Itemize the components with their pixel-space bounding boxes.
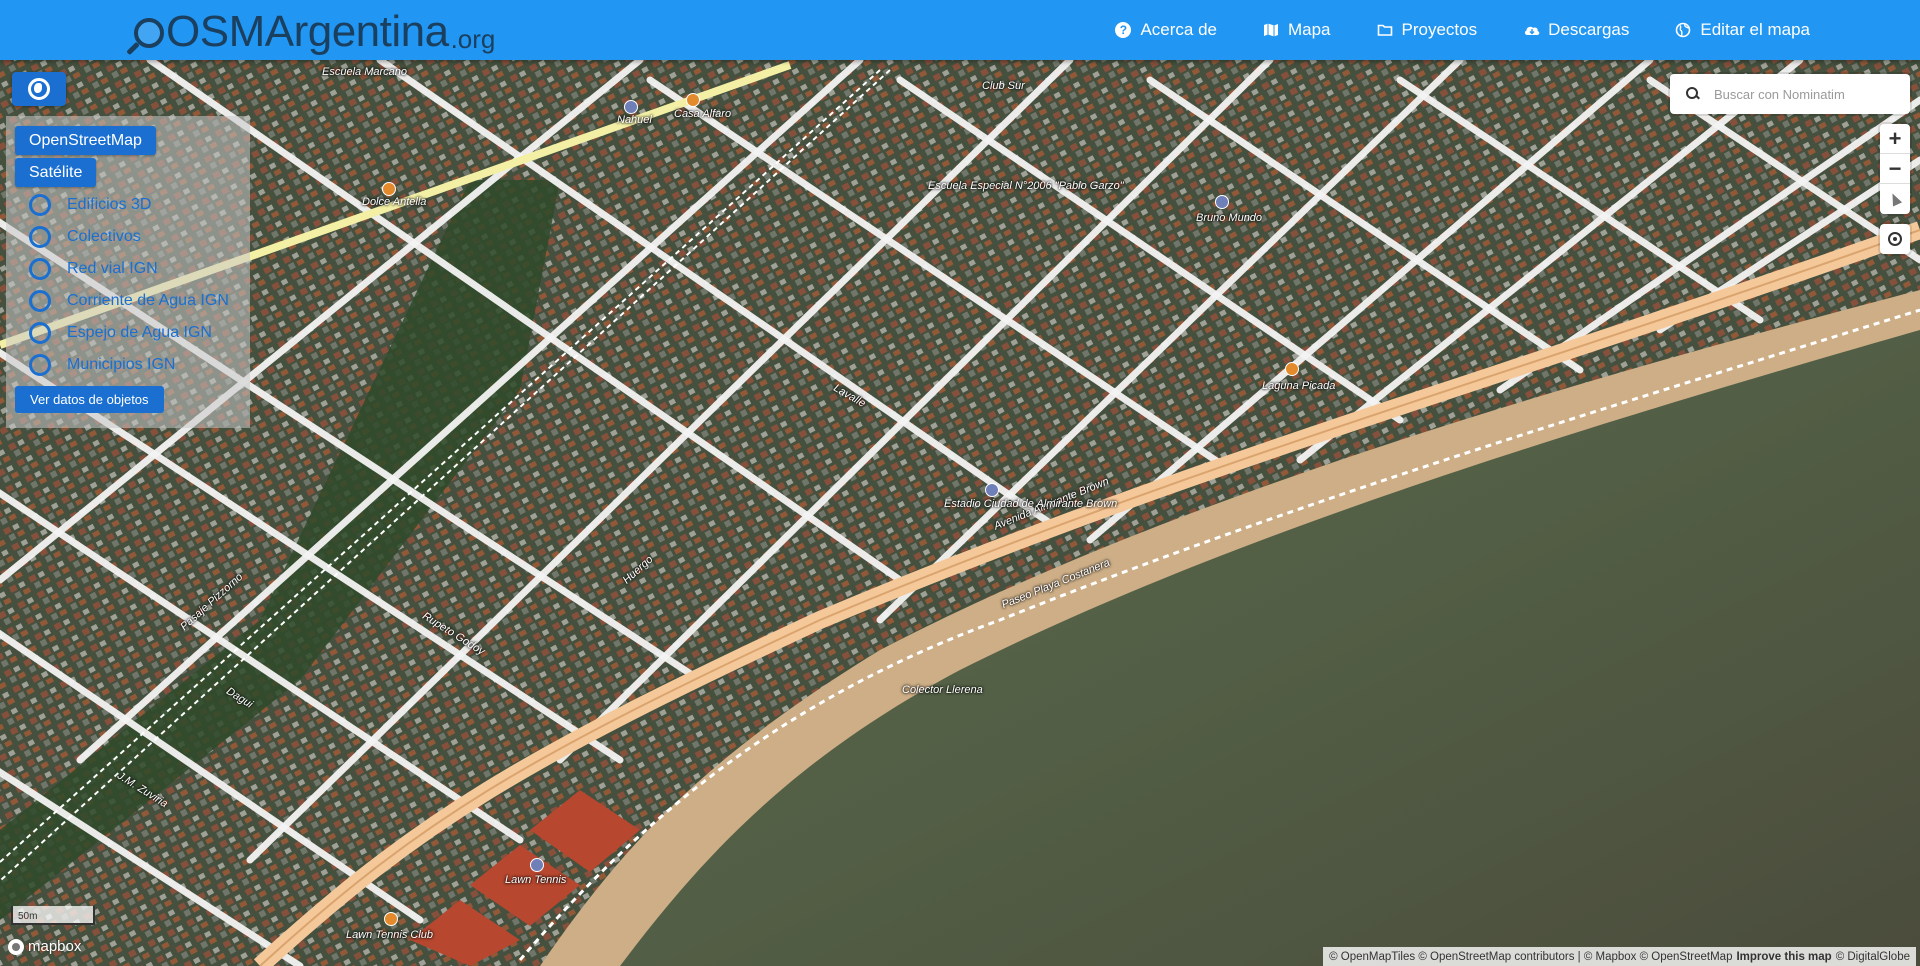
overlay-radio[interactable] — [29, 258, 51, 280]
map-label: Colector Llerena — [902, 684, 983, 696]
top-navbar: OSMArgentina .org ? Acerca de Mapa Proye… — [0, 0, 1920, 60]
mapbox-icon — [8, 938, 24, 955]
nav-label: Acerca de — [1140, 20, 1217, 39]
map-label: Estadio Ciudad de Almirante Brown — [944, 498, 1118, 510]
library-poi-icon — [624, 100, 638, 114]
map-scale: 50m — [11, 906, 95, 925]
restaurant-poi-icon — [686, 93, 700, 107]
overlay-radio[interactable] — [29, 290, 51, 312]
magnifier-logo-icon — [126, 14, 166, 56]
nav-label: Editar el mapa — [1700, 20, 1810, 39]
restaurant-poi-icon — [1285, 362, 1299, 376]
crosshair-icon — [1888, 232, 1902, 246]
overlay-colectivos[interactable]: Colectivos — [29, 225, 141, 249]
help-circle-icon: ? — [1115, 22, 1132, 38]
map-label: Bruno Mundo — [1196, 212, 1263, 224]
map-icon — [1263, 22, 1279, 38]
overlay-label: Municipios IGN — [67, 356, 176, 373]
overlay-label: Edificios 3D — [67, 196, 152, 213]
overlay-edificios-3d[interactable]: Edificios 3D — [29, 193, 151, 217]
layers-toggle-button[interactable] — [12, 72, 66, 106]
base-layer-satelite-button[interactable]: Satélite — [15, 158, 97, 187]
map-attribution: © OpenMapTiles © OpenStreetMap contribut… — [1323, 947, 1916, 966]
map-label: Casa Alfaro — [674, 108, 732, 120]
cloud-download-icon — [1523, 22, 1540, 38]
zoom-out-button[interactable]: − — [1880, 154, 1910, 184]
attribution-digitalglobe: © DigitalGlobe — [1835, 950, 1910, 963]
logo-text: OSMArgentina — [166, 7, 449, 56]
main-nav: ? Acerca de Mapa Proyectos Descargas Edi… — [1069, 0, 1810, 60]
compass-icon — [1887, 191, 1903, 207]
search-icon — [1686, 87, 1700, 101]
map-label: Dolce Antella — [362, 196, 427, 208]
tennis-poi-icon — [530, 858, 544, 872]
attribution-text: © OpenMapTiles © OpenStreetMap contribut… — [1329, 950, 1733, 963]
nav-editar-el-mapa[interactable]: Editar el mapa — [1675, 20, 1810, 40]
base-layer-openstreetmap-button[interactable]: OpenStreetMap — [15, 126, 156, 155]
restaurant-poi-icon — [384, 912, 398, 926]
map-label: Escuela Especial N°2006 "Pablo Garzo" — [928, 180, 1124, 192]
site-logo[interactable]: OSMArgentina .org — [126, 6, 496, 56]
overlay-radio[interactable] — [29, 354, 51, 376]
overlay-radio[interactable] — [29, 226, 51, 248]
nav-proyectos[interactable]: Proyectos — [1377, 20, 1478, 40]
nav-mapa[interactable]: Mapa — [1263, 20, 1331, 40]
map-label: Lawn Tennis — [505, 874, 567, 886]
search-input[interactable] — [1714, 86, 1904, 102]
overlay-red-vial-ign[interactable]: Red vial IGN — [29, 257, 158, 281]
geolocate-button[interactable] — [1880, 224, 1910, 254]
logo-suffix: .org — [450, 24, 496, 54]
globe-icon — [28, 78, 50, 100]
layer-panel: OpenStreetMap Satélite Edificios 3D Cole… — [6, 116, 250, 428]
nav-label: Descargas — [1548, 20, 1630, 39]
zoom-in-button[interactable]: + — [1880, 124, 1910, 154]
compass-button[interactable] — [1880, 184, 1910, 214]
overlay-corriente-de-agua-ign[interactable]: Corriente de Agua IGN — [29, 289, 229, 313]
overlay-municipios-ign[interactable]: Municipios IGN — [29, 353, 175, 377]
overlay-radio[interactable] — [29, 194, 51, 216]
map-canvas[interactable] — [0, 60, 1920, 966]
map-label: Nahuel — [617, 114, 652, 126]
overlay-label: Colectivos — [67, 228, 141, 245]
nominatim-search[interactable] — [1670, 74, 1910, 114]
overlay-label: Corriente de Agua IGN — [67, 292, 229, 309]
mapbox-logo[interactable]: mapbox — [8, 938, 81, 955]
improve-map-link[interactable]: Improve this map — [1736, 951, 1831, 963]
overlay-label: Red vial IGN — [67, 260, 158, 277]
nav-label: Mapa — [1287, 20, 1331, 39]
nav-acerca-de[interactable]: ? Acerca de — [1115, 20, 1217, 40]
map-label: Club Sur — [982, 80, 1025, 92]
map-label: Escuela Marcano — [322, 66, 407, 78]
nav-descargas[interactable]: Descargas — [1523, 20, 1629, 40]
folder-icon — [1377, 22, 1393, 38]
overlay-label: Espejo de Agua IGN — [67, 324, 212, 341]
mapbox-logo-text: mapbox — [28, 938, 82, 955]
zoom-controls: + − — [1880, 124, 1910, 214]
library-poi-icon — [1215, 195, 1229, 209]
stadium-poi-icon — [985, 483, 999, 497]
map-label: Laguna Picada — [1262, 380, 1336, 392]
ver-datos-de-objetos-button[interactable]: Ver datos de objetos — [15, 386, 164, 413]
nav-label: Proyectos — [1401, 20, 1478, 39]
overlay-espejo-de-agua-ign[interactable]: Espejo de Agua IGN — [29, 321, 212, 345]
restaurant-poi-icon — [382, 182, 396, 196]
overlay-radio[interactable] — [29, 322, 51, 344]
globe-icon — [1675, 22, 1691, 38]
map-label: Lawn Tennis Club — [346, 929, 434, 941]
